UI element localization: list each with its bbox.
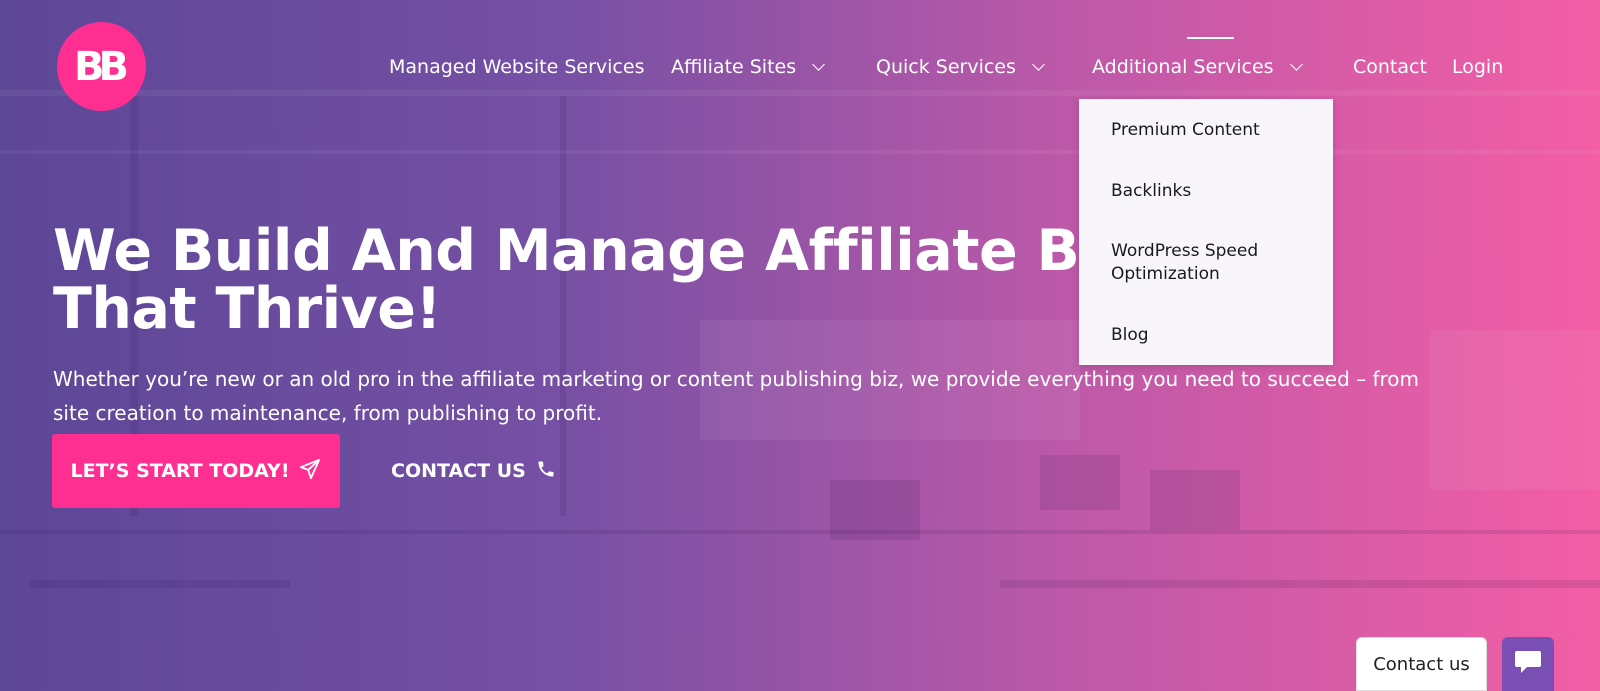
- cta-label: LET’S START TODAY!: [70, 460, 290, 482]
- phone-icon: [536, 459, 556, 484]
- start-today-button[interactable]: LET’S START TODAY!: [52, 434, 340, 508]
- nav-managed-website-services[interactable]: Managed Website Services: [389, 52, 644, 82]
- dropdown-item-premium-content[interactable]: Premium Content: [1111, 119, 1311, 142]
- nav-label: Contact: [1353, 56, 1427, 78]
- nav-label: Additional Services: [1092, 56, 1274, 78]
- nav-login[interactable]: Login: [1452, 52, 1503, 82]
- chat-bubble-icon: [1513, 649, 1543, 679]
- nav-affiliate-sites[interactable]: Affiliate Sites: [671, 52, 825, 82]
- paper-plane-icon: [299, 458, 321, 485]
- headline-line-1: We Build And Manage Affiliate Brands: [53, 218, 1259, 284]
- contact-label: CONTACT US: [391, 460, 526, 482]
- hero-subtext: Whether you’re new or an old pro in the …: [53, 367, 1420, 425]
- dropdown-item-backlinks[interactable]: Backlinks: [1111, 180, 1311, 203]
- nav-additional-services[interactable]: Additional Services: [1092, 52, 1303, 82]
- chat-button[interactable]: [1502, 637, 1554, 691]
- nav-label: Affiliate Sites: [671, 56, 797, 78]
- additional-services-dropdown: Premium Content Backlinks WordPress Spee…: [1079, 99, 1333, 365]
- nav-label: Login: [1452, 56, 1504, 78]
- chat-contact-label[interactable]: Contact us: [1356, 637, 1487, 691]
- contact-us-link[interactable]: CONTACT US: [391, 454, 556, 488]
- main-nav: Managed Website Services Affiliate Sites…: [0, 37, 1600, 82]
- nav-contact[interactable]: Contact: [1353, 52, 1427, 82]
- nav-label: Managed Website Services: [389, 56, 645, 78]
- nav-quick-services[interactable]: Quick Services: [876, 52, 1045, 82]
- hero-background: [0, 0, 1600, 691]
- chevron-down-icon: [812, 58, 825, 71]
- hero-headline: We Build And Manage Affiliate Brands Tha…: [53, 222, 1259, 338]
- dropdown-item-wordpress-speed[interactable]: WordPress Speed Optimization: [1111, 240, 1311, 286]
- chevron-down-icon: [1289, 58, 1303, 71]
- headline-line-2: That Thrive!: [53, 276, 441, 342]
- dropdown-item-blog[interactable]: Blog: [1111, 324, 1311, 347]
- active-nav-indicator: [1187, 37, 1234, 39]
- nav-label: Quick Services: [876, 56, 1016, 78]
- chevron-down-icon: [1032, 58, 1045, 71]
